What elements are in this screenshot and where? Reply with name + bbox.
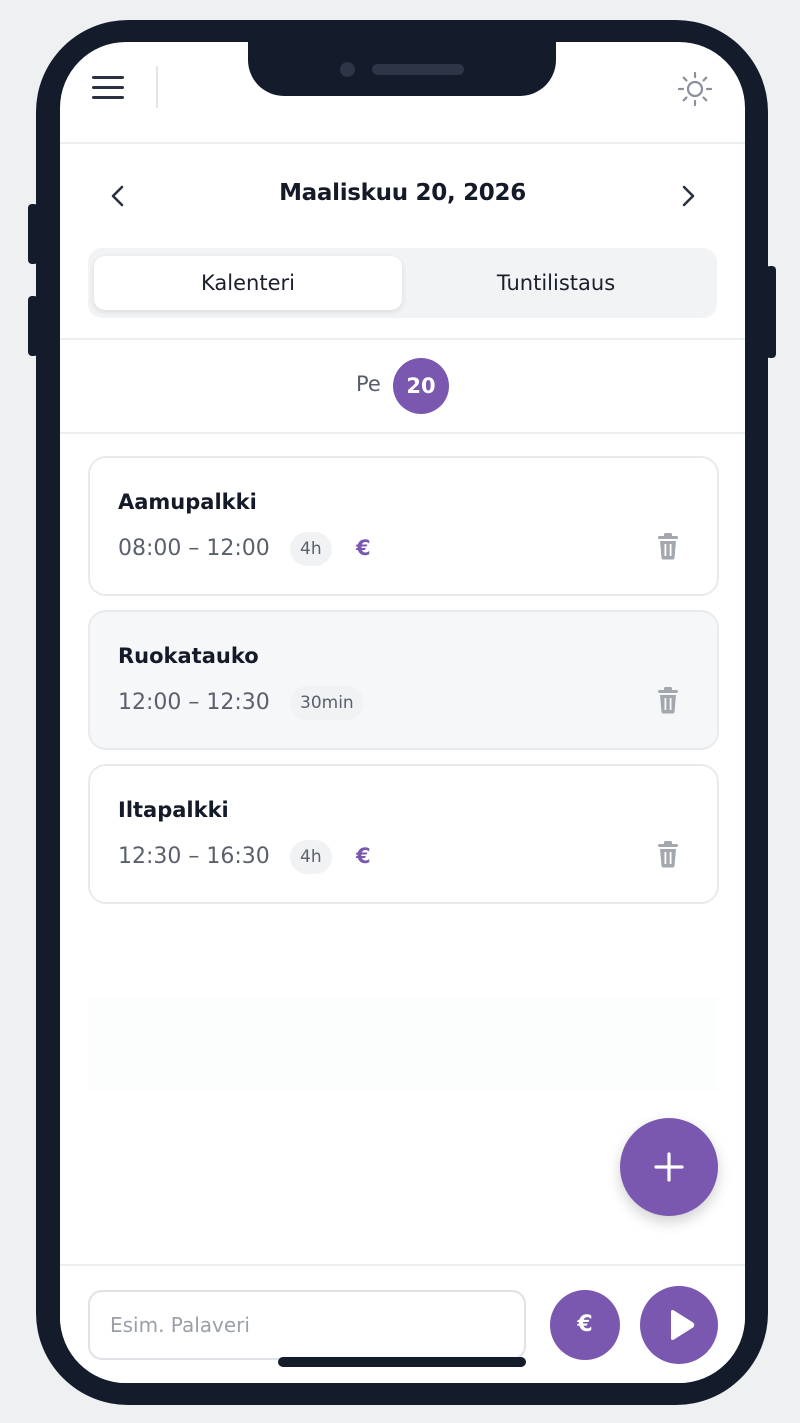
entry-time-range: 12:00 – 12:30 [118, 690, 270, 715]
duration-badge: 4h [290, 532, 332, 566]
weekday-label: Pe [356, 372, 381, 396]
app-screen: Maaliskuu 20, 2026 Kalenteri Tuntilistau… [60, 42, 745, 1383]
section-separator [60, 338, 745, 340]
chevron-right-icon[interactable] [674, 182, 702, 210]
entry-time-range: 08:00 – 12:00 [118, 536, 270, 561]
home-indicator [278, 1357, 526, 1367]
header-divider [156, 66, 158, 108]
entry-title: Ruokatauko [118, 644, 259, 668]
trash-icon[interactable] [656, 686, 680, 714]
selected-day-badge[interactable]: 20 [393, 358, 449, 414]
start-timer-button[interactable] [640, 1286, 718, 1364]
entry-title: Iltapalkki [118, 798, 229, 822]
hamburger-menu-icon[interactable] [92, 76, 124, 100]
view-segment-control: Kalenteri Tuntilistaus [88, 248, 717, 318]
phone-side-button [766, 266, 776, 358]
time-entry-card[interactable]: Aamupalkki 08:00 – 12:00 4h € [88, 456, 719, 596]
entry-time-range: 12:30 – 16:30 [118, 844, 270, 869]
trash-icon[interactable] [656, 840, 680, 868]
tab-tuntilistaus[interactable]: Tuntilistaus [402, 256, 710, 310]
add-entry-button[interactable] [620, 1118, 718, 1216]
empty-area [88, 997, 717, 1092]
phone-side-button [28, 296, 38, 356]
time-entry-card[interactable]: Ruokatauko 12:00 – 12:30 30min [88, 610, 719, 750]
day-selector: Pe 20 [60, 358, 745, 414]
billable-euro-icon: € [356, 844, 371, 868]
play-icon [671, 1310, 695, 1340]
time-entry-card[interactable]: Iltapalkki 12:30 – 16:30 4h € [88, 764, 719, 904]
entry-title: Aamupalkki [118, 490, 257, 514]
camera [340, 62, 355, 77]
billable-euro-icon: € [356, 536, 371, 560]
phone-side-button [28, 204, 38, 264]
duration-badge: 4h [290, 840, 332, 874]
duration-badge: 30min [290, 686, 364, 720]
billable-toggle-button[interactable]: € [550, 1290, 620, 1360]
sun-icon[interactable] [676, 70, 714, 108]
trash-icon[interactable] [656, 532, 680, 560]
current-date-title: Maaliskuu 20, 2026 [279, 180, 526, 206]
task-name-input[interactable] [88, 1290, 526, 1360]
speaker [372, 64, 464, 75]
plus-icon [654, 1152, 684, 1182]
header-separator [60, 142, 745, 144]
tab-kalenteri[interactable]: Kalenteri [94, 256, 402, 310]
phone-notch [248, 34, 556, 96]
section-separator [60, 432, 745, 434]
